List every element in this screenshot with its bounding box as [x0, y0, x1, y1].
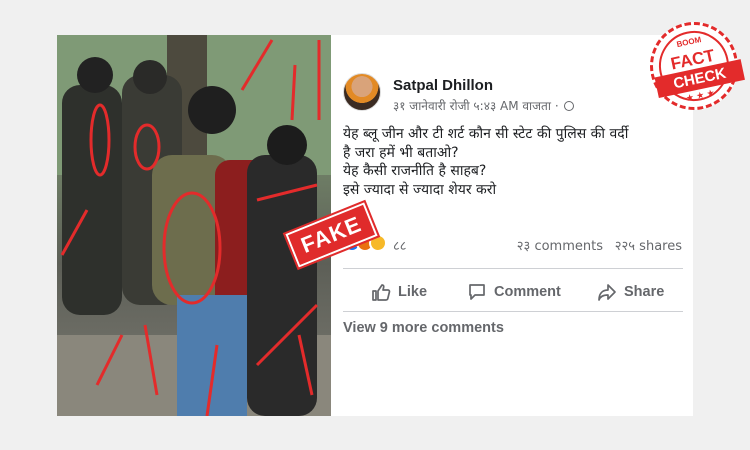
post-text-line: येह ब्लू जीन और टी शर्ट कौन सी स्टेट की … — [343, 126, 629, 142]
share-button[interactable]: Share — [597, 275, 664, 309]
comment-icon — [469, 284, 485, 300]
post-timestamp[interactable]: ३१ जानेवारी रोजी ५:४३ AM वाजता · — [393, 97, 575, 114]
author-name[interactable]: Satpal Dhillon — [393, 77, 493, 94]
thumbs-up-icon — [372, 284, 391, 301]
share-label: Share — [624, 284, 665, 300]
post-text-line: है जरा हमें भी बताओ? — [343, 144, 459, 161]
author-avatar[interactable] — [343, 73, 381, 111]
post-photo[interactable] — [57, 35, 331, 416]
share-icon — [598, 284, 616, 301]
divider — [343, 268, 683, 269]
post-text-line: येह कैसी राजनीति है साहब? — [343, 163, 487, 179]
screenshot-card: Satpal Dhillon ३१ जानेवारी रोजी ५:४३ AM … — [57, 35, 693, 416]
action-bar: Like Comment Share — [343, 275, 683, 309]
shares-count[interactable]: २२५ shares — [615, 236, 682, 254]
comment-button[interactable]: Comment — [467, 275, 561, 309]
view-more-comments-link[interactable]: View 9 more comments — [343, 320, 504, 336]
divider — [343, 311, 683, 312]
comments-count[interactable]: २३ comments — [517, 236, 603, 254]
post-text: येह ब्लू जीन और टी शर्ट कौन सी स्टेट की … — [343, 125, 688, 199]
badge-ring: BOOM FACT CHECK ★ ★ ★ — [652, 24, 745, 108]
facebook-post: Satpal Dhillon ३१ जानेवारी रोजी ५:४३ AM … — [331, 35, 693, 416]
post-text-line: इसे ज्यादा से ज्यादा शेयर करो — [343, 181, 497, 198]
timestamp-text: ३१ जानेवारी रोजी ५:४३ AM वाजता · — [393, 99, 559, 113]
like-label: Like — [398, 284, 428, 300]
like-button[interactable]: Like — [371, 275, 427, 309]
reaction-count[interactable]: ८८ — [393, 236, 407, 254]
reactions-bar: ८८ २३ comments २२५ shares — [343, 233, 688, 255]
globe-icon — [564, 101, 575, 111]
photo-illustration — [57, 35, 331, 416]
comment-label: Comment — [494, 284, 561, 300]
